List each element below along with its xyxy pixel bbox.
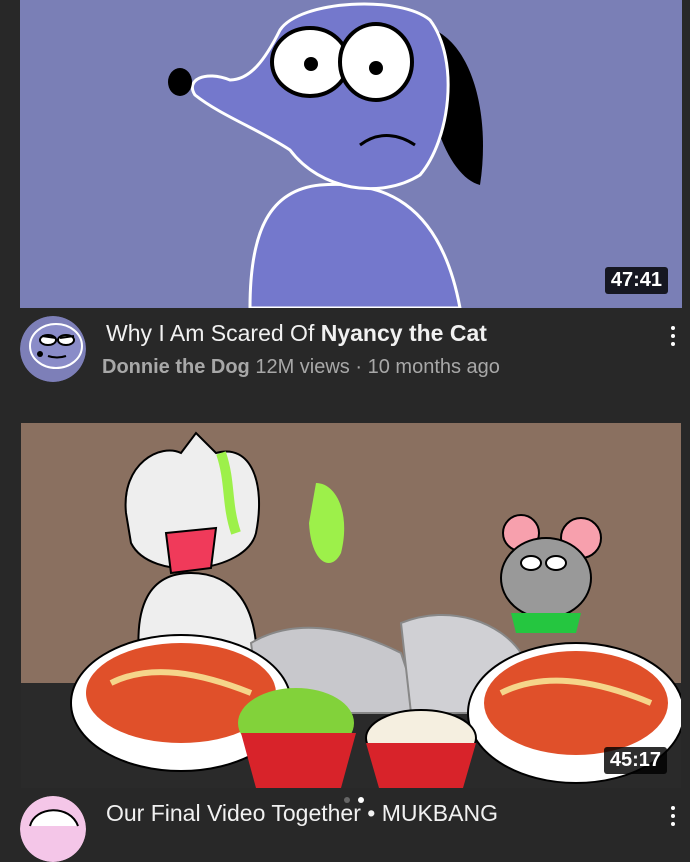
kebab-dot (671, 342, 675, 346)
more-options-button[interactable] (668, 802, 678, 830)
video-thumbnail-1[interactable]: 47:41 (20, 0, 682, 308)
kebab-dot (671, 806, 675, 810)
video-subline: Donnie the Dog 12M views · 10 months ago (102, 356, 500, 379)
blue-dog-cartoon-thumbnail (168, 2, 483, 308)
donnie-dog-avatar (20, 316, 86, 382)
video-duration-badge: 45:17 (603, 747, 667, 774)
kebab-dot (671, 334, 675, 338)
view-count: 12M views (255, 356, 350, 378)
video-duration-badge: 47:41 (604, 267, 668, 294)
video-title-prefix: Why I Am Scared Of (106, 320, 321, 346)
upload-age: 10 months ago (367, 356, 500, 378)
cat-mouse-mukbang-thumbnail (21, 423, 681, 788)
video-title[interactable]: Why I Am Scared Of Nyancy the Cat (106, 320, 487, 347)
channel-avatar[interactable] (20, 316, 86, 382)
pink-character-avatar (20, 796, 86, 862)
more-options-button[interactable] (668, 322, 678, 350)
subline-separator: · (355, 356, 363, 378)
channel-avatar[interactable] (20, 796, 86, 862)
video-thumbnail-2[interactable]: 45:17 (21, 423, 681, 788)
kebab-dot (671, 822, 675, 826)
video-title[interactable]: Our Final Video Together • MUKBANG (106, 800, 498, 827)
video-title-highlight: Nyancy the Cat (320, 320, 487, 346)
kebab-dot (671, 814, 675, 818)
kebab-dot (671, 326, 675, 330)
channel-name[interactable]: Donnie the Dog (102, 356, 250, 378)
